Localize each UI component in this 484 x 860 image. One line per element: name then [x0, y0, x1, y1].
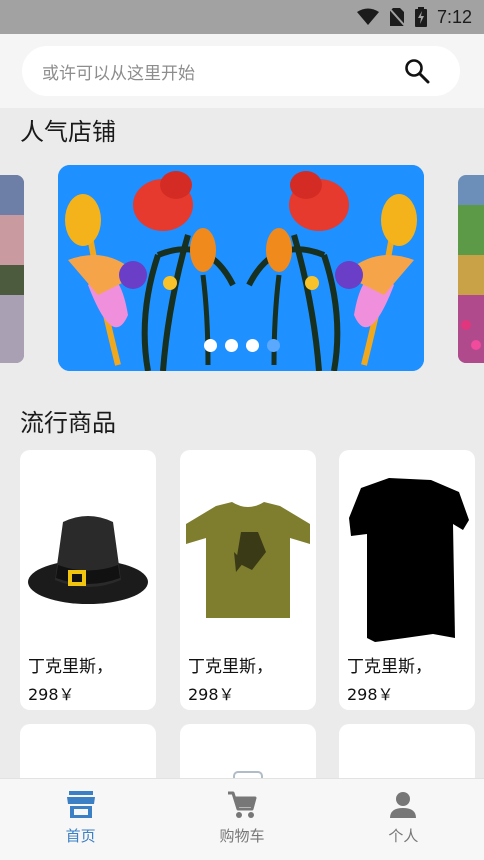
product-card[interactable]: 丁克里斯， 298￥ — [20, 450, 156, 710]
search-placeholder: 或许可以从这里开始 — [42, 63, 195, 84]
search-area: 或许可以从这里开始 — [0, 34, 484, 108]
carousel-dot[interactable] — [225, 339, 238, 352]
person-icon — [390, 792, 417, 818]
product-card[interactable] — [20, 724, 156, 784]
product-name: 丁克里斯， — [28, 657, 113, 677]
product-card[interactable] — [180, 724, 316, 784]
tab-home[interactable]: 首页 — [0, 779, 161, 860]
search-icon[interactable] — [404, 58, 430, 84]
product-image-hat — [20, 470, 156, 650]
carousel-prev-card[interactable] — [0, 175, 24, 363]
carousel-dot[interactable] — [246, 339, 259, 352]
product-image-black-shirt — [339, 470, 475, 650]
product-name: 丁克里斯， — [188, 657, 273, 677]
product-card[interactable] — [339, 724, 475, 784]
battery-charging-icon — [414, 7, 427, 27]
carousel-dot[interactable] — [267, 339, 280, 352]
status-time: 7:12 — [436, 6, 472, 27]
product-price: 298￥ — [28, 685, 75, 704]
no-sim-icon — [388, 7, 405, 27]
tab-label: 购物车 — [219, 827, 265, 845]
shop-carousel[interactable] — [0, 165, 484, 371]
carousel-indicator — [0, 339, 484, 352]
search-input[interactable]: 或许可以从这里开始 — [22, 46, 460, 96]
product-name: 丁克里斯， — [347, 657, 432, 677]
product-image-tshirt — [180, 470, 316, 650]
section-title-products: 流行商品 — [20, 409, 116, 437]
product-card[interactable]: 丁克里斯， 298￥ — [180, 450, 316, 710]
tab-profile[interactable]: 个人 — [323, 779, 484, 860]
wifi-icon — [356, 8, 379, 25]
status-bar: 7:12 — [0, 0, 484, 34]
carousel-next-card[interactable] — [458, 175, 484, 363]
product-price: 298￥ — [188, 685, 235, 704]
section-title-shops: 人气店铺 — [20, 118, 116, 146]
tab-label: 首页 — [65, 827, 96, 845]
tab-cart[interactable]: 购物车 — [161, 779, 322, 860]
product-price: 298￥ — [347, 685, 394, 704]
store-icon — [66, 791, 95, 818]
cart-icon — [227, 791, 257, 818]
carousel-dot[interactable] — [204, 339, 217, 352]
bottom-tab-bar: 首页 购物车 个人 — [0, 778, 484, 860]
tab-label: 个人 — [388, 827, 419, 845]
product-card[interactable]: 丁克里斯， 298￥ — [339, 450, 475, 710]
